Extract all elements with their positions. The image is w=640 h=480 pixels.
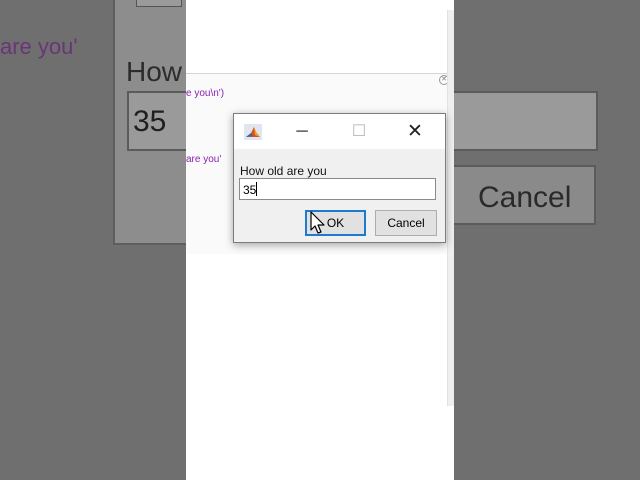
matlab-app-icon: [244, 124, 262, 140]
background-cancel-fragment: Cancel: [454, 165, 596, 225]
minimize-icon[interactable]: ─: [279, 114, 325, 149]
answer-text: 35: [243, 183, 257, 197]
dialog-titlebar[interactable]: ─ ☐ ✕: [234, 114, 445, 149]
background-input-right-fragment: [454, 91, 598, 151]
background-input-fragment: 35: [127, 91, 186, 151]
background-cancel-text: Cancel: [478, 181, 572, 214]
background-code-fragment: are you': [0, 34, 78, 59]
background-button-edge: [136, 0, 182, 7]
mouse-pointer-icon: [310, 211, 325, 234]
code-line: e you\n'): [186, 88, 225, 99]
cancel-button[interactable]: Cancel: [375, 210, 437, 236]
answer-input[interactable]: 35: [239, 178, 436, 200]
input-dialog: ─ ☐ ✕ How old are you 35 OK Cancel: [233, 113, 446, 243]
prompt-label: How old are you: [240, 164, 327, 178]
vertical-scrollbar[interactable]: [447, 10, 454, 406]
text-caret: [256, 182, 258, 196]
background-left-zoom: are you' How 35: [0, 0, 186, 480]
background-right-zoom: Cancel: [454, 0, 640, 480]
maximize-icon[interactable]: ☐: [336, 114, 382, 149]
close-icon[interactable]: ✕: [392, 114, 438, 149]
background-prompt-fragment: How: [126, 56, 183, 87]
code-line: are you': [186, 154, 222, 165]
background-input-text: 35: [133, 105, 167, 138]
